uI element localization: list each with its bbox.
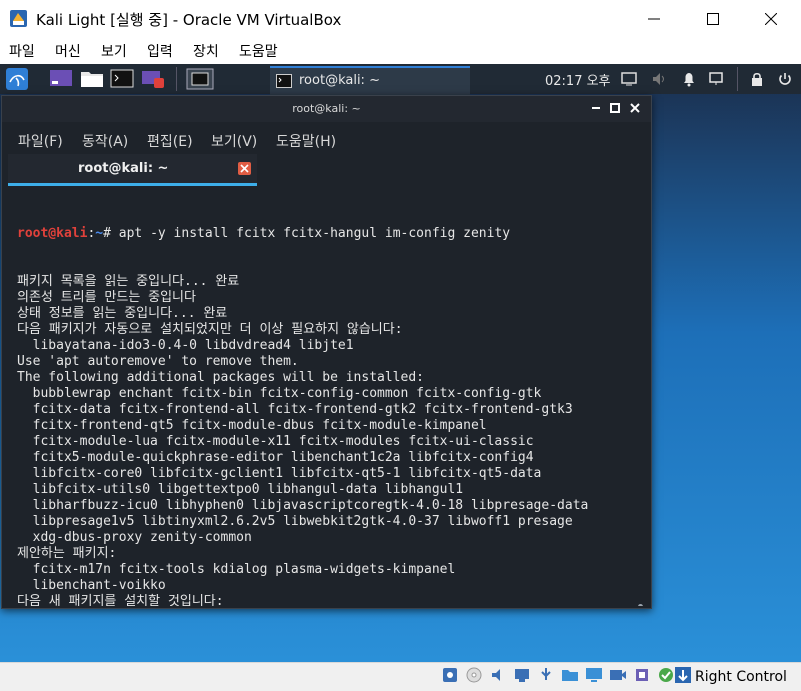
- optical-drive-icon[interactable]: [465, 666, 483, 684]
- guest-additions-icon[interactable]: [657, 666, 675, 684]
- terminal-output[interactable]: root@kali:~# apt -y install fcitx fcitx-…: [2, 186, 651, 606]
- display-screen-icon[interactable]: [585, 666, 603, 684]
- terminal-minimize-icon[interactable]: [589, 101, 603, 115]
- menu-file[interactable]: 파일: [9, 41, 35, 61]
- menu-devices[interactable]: 장치: [193, 41, 219, 61]
- virtualbox-icon: [10, 10, 27, 27]
- host-key-arrow-icon[interactable]: [674, 666, 692, 684]
- terminal-task-icon: [276, 74, 292, 88]
- minimize-button[interactable]: [624, 0, 684, 38]
- panel-separator-2: [737, 67, 738, 91]
- taskbar-task-label: root@kali: ~: [299, 73, 380, 88]
- output-line: Use 'apt autoremove' to remove them.: [17, 354, 299, 369]
- output-line: fcitx-data fcitx-frontend-all fcitx-fron…: [17, 402, 573, 417]
- terminal-menu-view[interactable]: 보기(V): [211, 131, 257, 151]
- menu-machine[interactable]: 머신: [55, 41, 81, 61]
- menu-view[interactable]: 보기: [101, 41, 127, 61]
- lock-screen-icon[interactable]: [749, 71, 765, 87]
- prompt-symbol: #: [103, 226, 119, 241]
- output-line: 상태 정보를 읽는 중입니다... 완료: [17, 306, 228, 321]
- output-line: libfcitx-core0 libfcitx-gclient1 libfcit…: [17, 466, 542, 481]
- terminal-launcher-icon[interactable]: [110, 68, 134, 90]
- network-icon[interactable]: [708, 71, 724, 87]
- output-line: fcitx-module-lua fcitx-module-x11 fcitx-…: [17, 434, 534, 449]
- host-key-label: Right Control: [695, 669, 787, 685]
- audio-icon[interactable]: [489, 666, 507, 684]
- output-line: The following additional packages will b…: [17, 370, 424, 385]
- terminal-maximize-icon[interactable]: [608, 101, 622, 115]
- terminal-title: root@kali: ~: [292, 102, 361, 115]
- output-line: 다음 패키지가 자동으로 설치되었지만 더 이상 필요하지 않습니다:: [17, 322, 403, 337]
- hard-disk-icon[interactable]: [441, 666, 459, 684]
- show-desktop-icon[interactable]: [49, 68, 73, 90]
- output-line: 다음 새 패키지를 설치할 것입니다:: [17, 594, 224, 606]
- screen-recorder-icon[interactable]: [141, 68, 165, 90]
- terminal-tab-bar: root@kali: ~: [2, 154, 651, 186]
- output-line: 의존성 트리를 만드는 중입니다: [17, 290, 196, 305]
- close-button[interactable]: [741, 0, 801, 38]
- output-line: libpresage1v5 libtinyxml2.6.2v5 libwebki…: [17, 514, 573, 529]
- tab-close-icon[interactable]: [238, 162, 251, 175]
- output-line: fcitx-frontend-qt5 fcitx-module-dbus fci…: [17, 418, 487, 433]
- terminal-close-icon[interactable]: [628, 101, 642, 115]
- prompt-path: ~: [95, 226, 104, 241]
- host-menu-bar: 파일 머신 보기 입력 장치 도움말: [0, 38, 801, 64]
- maximize-button[interactable]: [683, 0, 743, 38]
- host-status-bar: Right Control: [0, 662, 801, 691]
- shared-folder-icon[interactable]: [561, 666, 579, 684]
- menu-help[interactable]: 도움말: [239, 41, 278, 61]
- cpu-icon[interactable]: [633, 666, 651, 684]
- terminal-menu-help[interactable]: 도움말(H): [276, 131, 336, 151]
- terminal-tab[interactable]: root@kali: ~: [8, 154, 257, 186]
- workspace-1-icon[interactable]: [186, 68, 214, 90]
- volume-icon[interactable]: [651, 71, 667, 87]
- output-line: 제안하는 패키지:: [17, 546, 117, 561]
- output-line: libayatana-ido3-0.4-0 libdvdread4 libjte…: [17, 338, 354, 353]
- file-manager-icon[interactable]: [80, 68, 104, 90]
- output-line: fcitx-m17n fcitx-tools kdialog plasma-wi…: [17, 562, 456, 577]
- kali-menu-icon[interactable]: [6, 68, 28, 90]
- video-capture-icon[interactable]: [609, 666, 627, 684]
- command-text: apt -y install fcitx fcitx-hangul im-con…: [118, 226, 511, 241]
- terminal-window[interactable]: root@kali: ~ 파일(F) 동작(A) 편집(E) 보기(V) 도움말…: [1, 95, 652, 609]
- notifications-icon[interactable]: [681, 71, 697, 87]
- terminal-title-bar[interactable]: root@kali: ~: [2, 96, 651, 122]
- output-line: libenchant-voikko: [17, 578, 166, 593]
- terminal-menu-file[interactable]: 파일(F): [18, 131, 63, 151]
- terminal-tab-label: root@kali: ~: [78, 161, 169, 176]
- output-line: 패키지 목록을 읽는 중입니다... 완료: [17, 274, 240, 289]
- panel-clock[interactable]: 02:17 오후: [545, 70, 611, 89]
- terminal-menu-edit[interactable]: 편집(E): [147, 131, 193, 151]
- host-window-title: Kali Light [실행 중] - Oracle VM VirtualBox: [36, 11, 342, 29]
- terminal-text: root@kali:~# apt -y install fcitx fcitx-…: [17, 194, 588, 606]
- output-line: xdg-dbus-proxy zenity-common: [17, 530, 252, 545]
- prompt-user: root@kali: [17, 226, 88, 241]
- menu-input[interactable]: 입력: [147, 41, 173, 61]
- panel-separator: [176, 67, 177, 91]
- close-icon: [765, 13, 777, 25]
- terminal-menu-bar: 파일(F) 동작(A) 편집(E) 보기(V) 도움말(H): [2, 122, 651, 154]
- display-icon[interactable]: [621, 71, 637, 87]
- maximize-icon: [707, 13, 719, 25]
- minimize-icon: [648, 18, 660, 20]
- taskbar-terminal-task[interactable]: root@kali: ~: [270, 66, 470, 95]
- output-line: libfcitx-utils0 libgettextpo0 libhangul-…: [17, 482, 464, 497]
- terminal-menu-action[interactable]: 동작(A): [82, 131, 128, 151]
- command-line: root@kali:~# apt -y install fcitx fcitx-…: [17, 226, 588, 242]
- output-line: bubblewrap enchant fcitx-bin fcitx-confi…: [17, 386, 542, 401]
- power-icon[interactable]: [777, 71, 793, 87]
- output-line: libharfbuzz-icu0 libhyphen0 libjavascrip…: [17, 498, 589, 513]
- network-adapter-icon[interactable]: [513, 666, 531, 684]
- host-title-bar[interactable]: Kali Light [실행 중] - Oracle VM VirtualBox: [0, 0, 801, 38]
- usb-icon[interactable]: [537, 666, 555, 684]
- terminal-scrollbar[interactable]: [638, 604, 643, 606]
- output-line: fcitx5-module-quickphrase-editor libench…: [17, 450, 534, 465]
